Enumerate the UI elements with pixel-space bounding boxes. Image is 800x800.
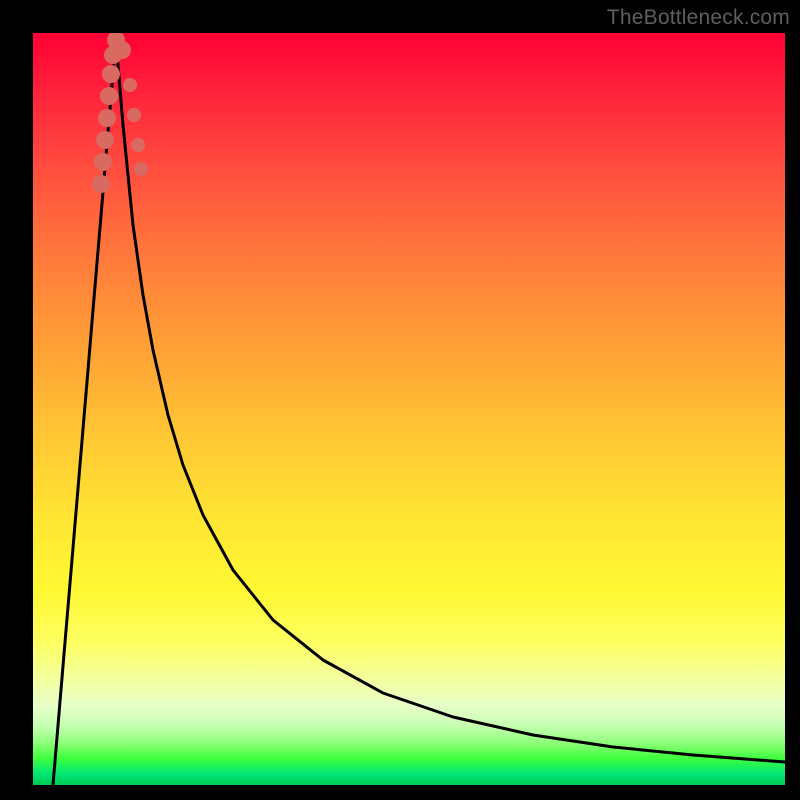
marker-dot (113, 41, 131, 59)
marker-dot (100, 87, 118, 105)
marker-dot (94, 153, 112, 171)
curve-left-branch (53, 37, 116, 785)
chart-svg (33, 33, 785, 785)
marker-dot (127, 108, 141, 122)
marker-dot (102, 65, 120, 83)
marker-dot (131, 138, 145, 152)
chart-frame: TheBottleneck.com (0, 0, 800, 800)
marker-dot (92, 175, 110, 193)
watermark-text: TheBottleneck.com (607, 6, 790, 30)
curve-right-branch (116, 37, 785, 762)
marker-dot (98, 109, 116, 127)
marker-dot (96, 131, 114, 149)
plot-area (33, 33, 785, 785)
marker-dot (123, 78, 137, 92)
marker-dot (134, 162, 148, 176)
